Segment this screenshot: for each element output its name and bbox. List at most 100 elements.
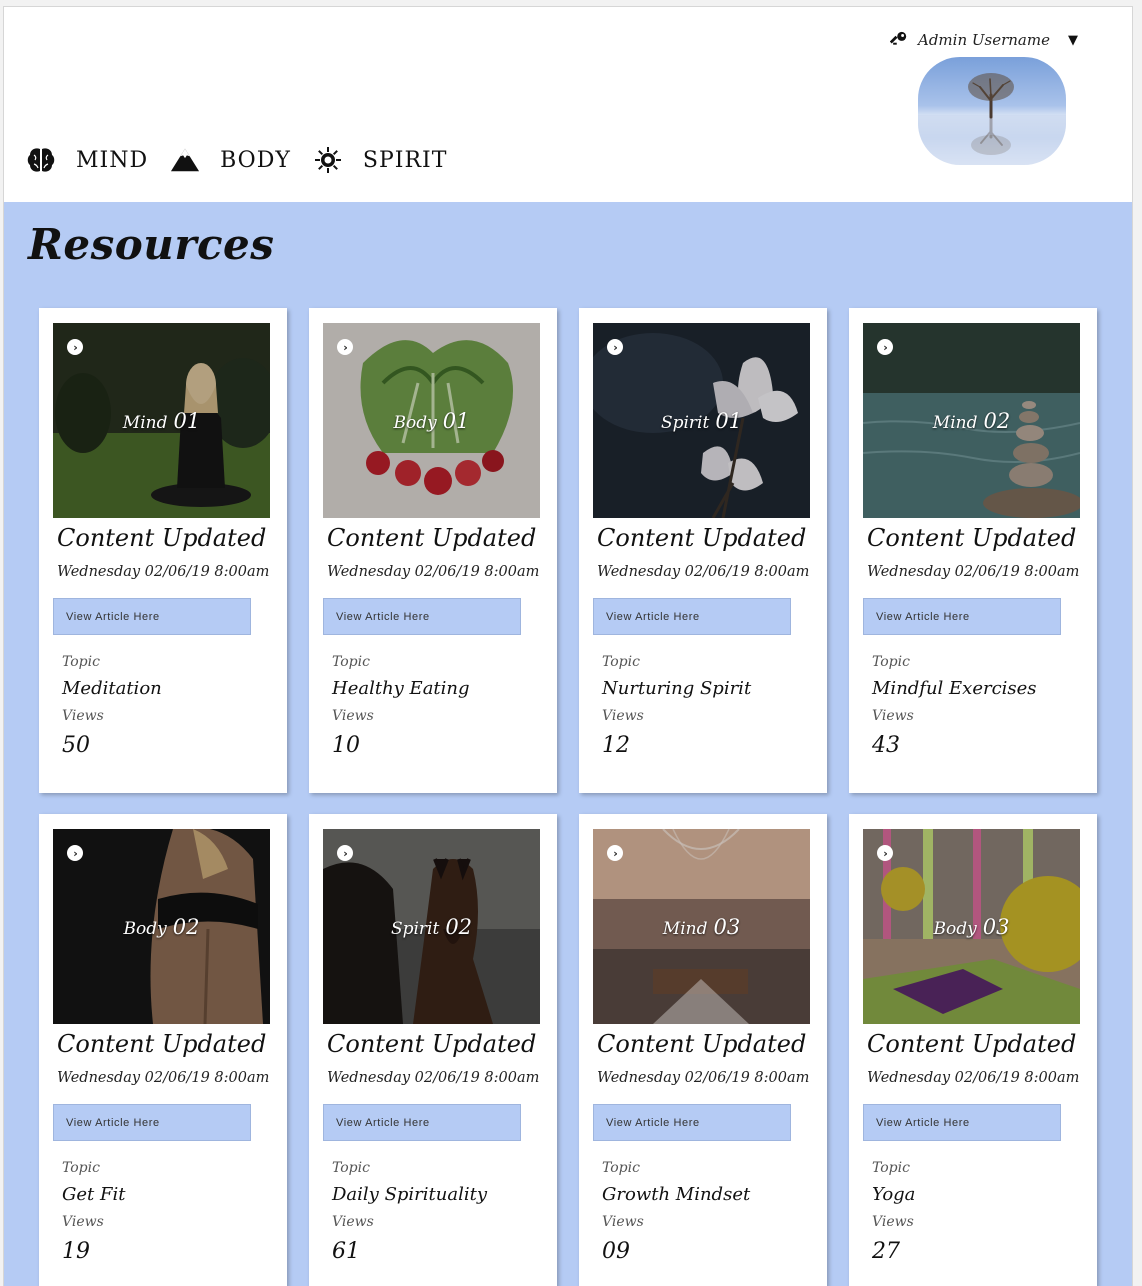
nav-item-body[interactable]: BODY	[170, 145, 291, 175]
topic-label: Topic	[332, 654, 370, 670]
topic-label: Topic	[872, 1160, 910, 1176]
chevron-right-icon[interactable]: ›	[337, 339, 353, 355]
card-tag: Mind 01	[122, 409, 201, 433]
user-menu[interactable]: Admin Username ▼	[890, 31, 1078, 49]
chevron-down-icon[interactable]: ▼	[1068, 33, 1078, 48]
card-heading: Content Updated	[867, 524, 1077, 552]
views-label: Views	[602, 708, 644, 724]
views-count: 27	[872, 1239, 900, 1264]
card-heading: Content Updated	[57, 1030, 267, 1058]
chevron-right-icon[interactable]: ›	[67, 845, 83, 861]
view-article-button[interactable]: View Article Here	[323, 1104, 521, 1141]
topic-value: Yoga	[872, 1184, 916, 1205]
views-count: 61	[332, 1239, 360, 1264]
main-nav: MIND BODY SPIRIT	[26, 145, 469, 175]
resource-card: › Body 01 Content Updated Wednesday 02/06…	[309, 308, 557, 793]
card-tag: Body 01	[393, 409, 470, 433]
nav-item-mind[interactable]: MIND	[26, 145, 148, 175]
views-label: Views	[62, 708, 104, 724]
views-count: 10	[332, 733, 360, 758]
topic-value: Mindful Exercises	[872, 678, 1037, 699]
resource-card: › Spirit 02 Content Updated Wednesday 02/…	[309, 814, 557, 1286]
views-label: Views	[332, 1214, 374, 1230]
views-count: 19	[62, 1239, 90, 1264]
yoga-mat-photo[interactable]: › Body 03	[863, 829, 1080, 1024]
card-date: Wednesday 02/06/19 8:00am	[327, 1070, 540, 1086]
horses-photo[interactable]: › Spirit 02	[323, 829, 540, 1024]
chevron-right-icon[interactable]: ›	[607, 339, 623, 355]
avatar[interactable]	[918, 57, 1066, 165]
stone-stack-photo[interactable]: › Mind 02	[863, 323, 1080, 518]
topic-label: Topic	[62, 654, 100, 670]
view-article-button[interactable]: View Article Here	[53, 1104, 251, 1141]
card-heading: Content Updated	[867, 1030, 1077, 1058]
card-tag: Body 02	[123, 915, 200, 939]
card-tag: Body 03	[933, 915, 1010, 939]
chevron-right-icon[interactable]: ›	[877, 845, 893, 861]
view-article-button[interactable]: View Article Here	[863, 1104, 1061, 1141]
topic-value: Get Fit	[62, 1184, 126, 1205]
chevron-right-icon[interactable]: ›	[877, 339, 893, 355]
nav-item-spirit[interactable]: SPIRIT	[313, 145, 448, 175]
card-date: Wednesday 02/06/19 8:00am	[597, 1070, 810, 1086]
topic-value: Meditation	[62, 678, 162, 699]
card-date: Wednesday 02/06/19 8:00am	[57, 564, 270, 580]
nav-label-body: BODY	[220, 147, 291, 173]
view-article-button[interactable]: View Article Here	[593, 1104, 791, 1141]
views-label: Views	[602, 1214, 644, 1230]
views-count: 43	[872, 733, 900, 758]
view-article-button[interactable]: View Article Here	[863, 598, 1061, 635]
topic-value: Daily Spirituality	[332, 1184, 488, 1205]
card-tag: Mind 03	[662, 915, 741, 939]
magnolia-photo[interactable]: › Spirit 01	[593, 323, 810, 518]
card-date: Wednesday 02/06/19 8:00am	[327, 564, 540, 580]
views-label: Views	[62, 1214, 104, 1230]
card-heading: Content Updated	[327, 1030, 537, 1058]
chevron-right-icon[interactable]: ›	[67, 339, 83, 355]
card-heading: Content Updated	[57, 524, 267, 552]
page-title: Resources	[28, 220, 275, 269]
top-header: Admin Username ▼ MIND BODY SPIRIT	[4, 7, 1132, 202]
view-article-button[interactable]: View Article Here	[323, 598, 521, 635]
resource-card: › Mind 02 Content Updated Wednesday 02/06…	[849, 308, 1097, 793]
card-tag: Spirit 01	[660, 409, 743, 433]
card-tag: Mind 02	[932, 409, 1011, 433]
sun-icon	[313, 145, 343, 175]
radishes-photo[interactable]: › Body 01	[323, 323, 540, 518]
card-date: Wednesday 02/06/19 8:00am	[867, 1070, 1080, 1086]
views-count: 12	[602, 733, 630, 758]
namaste-photo[interactable]: › Mind 03	[593, 829, 810, 1024]
view-article-button[interactable]: View Article Here	[593, 598, 791, 635]
nav-label-mind: MIND	[76, 147, 149, 173]
resource-card: › Spirit 01 Content Updated Wednesday 02/…	[579, 308, 827, 793]
main-content: Resources › Mind 01 Content Updated Wedn…	[4, 202, 1132, 1286]
topic-label: Topic	[602, 654, 640, 670]
topic-value: Nurturing Spirit	[602, 678, 752, 699]
topic-value: Healthy Eating	[332, 678, 470, 699]
resource-card: › Mind 01 Content Updated Wednesday 02/06…	[39, 308, 287, 793]
username-label: Admin Username	[918, 31, 1050, 49]
views-label: Views	[872, 708, 914, 724]
app-window: Admin Username ▼ MIND BODY SPIRIT Resour…	[3, 6, 1133, 1286]
view-article-button[interactable]: View Article Here	[53, 598, 251, 635]
athlete-back-photo[interactable]: › Body 02	[53, 829, 270, 1024]
card-heading: Content Updated	[597, 524, 807, 552]
resource-card: › Body 02 Content Updated Wednesday 02/06…	[39, 814, 287, 1286]
topic-label: Topic	[332, 1160, 370, 1176]
card-date: Wednesday 02/06/19 8:00am	[867, 564, 1080, 580]
topic-label: Topic	[602, 1160, 640, 1176]
resource-card: › Mind 03 Content Updated Wednesday 02/06…	[579, 814, 827, 1286]
chevron-right-icon[interactable]: ›	[337, 845, 353, 861]
nav-label-spirit: SPIRIT	[362, 147, 448, 173]
meditation-photo[interactable]: › Mind 01	[53, 323, 270, 518]
topic-label: Topic	[62, 1160, 100, 1176]
resource-card: › Body 03 Content Updated Wednesday 02/06…	[849, 814, 1097, 1286]
views-label: Views	[872, 1214, 914, 1230]
topic-value: Growth Mindset	[602, 1184, 751, 1205]
key-icon	[890, 31, 907, 45]
card-heading: Content Updated	[327, 524, 537, 552]
topic-label: Topic	[872, 654, 910, 670]
chevron-right-icon[interactable]: ›	[607, 845, 623, 861]
card-date: Wednesday 02/06/19 8:00am	[597, 564, 810, 580]
views-count: 50	[62, 733, 90, 758]
